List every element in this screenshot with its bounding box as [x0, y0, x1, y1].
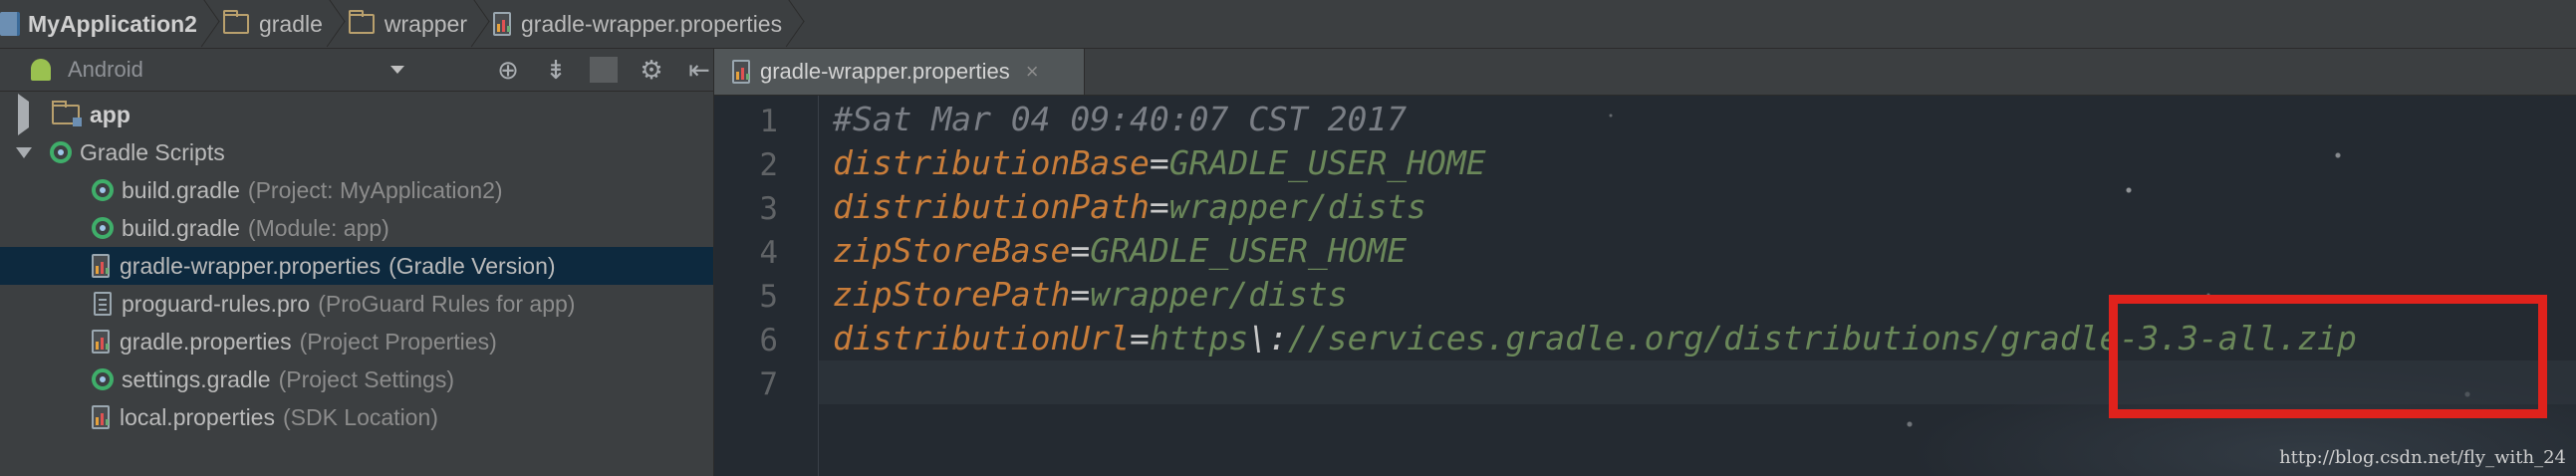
- breadcrumb-item-wrapper[interactable]: wrapper: [341, 0, 485, 48]
- app-module-icon: [52, 101, 82, 126]
- line-number: 3: [759, 191, 778, 227]
- code-line-4: zipStoreBase=GRADLE_USER_HOME: [833, 231, 1407, 270]
- properties-file-icon: [92, 330, 110, 354]
- tree-item-label: Gradle Scripts: [80, 138, 225, 165]
- line-number: 1: [759, 104, 778, 139]
- property-key: distributionUrl: [833, 319, 1131, 357]
- properties-file-icon: [493, 12, 512, 36]
- tree-item-hint: (SDK Location): [282, 403, 438, 430]
- tree-item-hint: (Project: MyApplication2): [247, 176, 503, 203]
- code-line-1: #Sat Mar 04 09:40:07 CST 2017: [833, 100, 1407, 138]
- expand-arrow-icon[interactable]: [18, 93, 38, 135]
- tree-item-label: proguard-rules.pro: [122, 290, 311, 317]
- hide-panel-icon[interactable]: ⇤: [685, 55, 713, 86]
- escape-sequence: \:: [1248, 319, 1288, 357]
- property-value: wrapper/dists: [1090, 275, 1348, 314]
- breadcrumb: MyApplication2 gradle wrapper gradle-wra…: [0, 0, 2576, 49]
- tree-item-label: settings.gradle: [122, 365, 271, 392]
- line-number: 2: [759, 147, 778, 183]
- tab-gradle-wrapper-properties[interactable]: gradle-wrapper.properties ×: [714, 49, 1085, 95]
- property-key: zipStorePath: [833, 275, 1071, 314]
- folder-icon: [222, 10, 249, 34]
- tree-item-settings-gradle[interactable]: settings.gradle (Project Settings): [0, 360, 713, 398]
- breadcrumb-label: MyApplication2: [28, 10, 197, 37]
- tree-item-label: build.gradle: [122, 176, 240, 203]
- line-number-gutter: 1 2 3 4 5 6 7: [714, 96, 819, 476]
- gradle-icon: [92, 217, 114, 239]
- equals-sign: =: [1149, 187, 1169, 226]
- tree-item-hint: (Gradle Version): [388, 252, 556, 279]
- equals-sign: =: [1070, 275, 1091, 314]
- property-key: zipStoreBase: [833, 231, 1071, 270]
- chevron-down-icon: [390, 66, 404, 74]
- collapse-all-icon[interactable]: ⇟: [542, 55, 570, 86]
- tree-item-app[interactable]: app: [0, 93, 713, 135]
- tree-item-label: build.gradle: [122, 214, 240, 241]
- locate-icon[interactable]: ⊕: [494, 55, 522, 86]
- property-value: GRADLE_USER_HOME: [1168, 143, 1486, 182]
- tree-item-build-gradle-project[interactable]: build.gradle (Project: MyApplication2): [0, 171, 713, 209]
- tree-item-local-properties[interactable]: local.properties (SDK Location): [0, 398, 713, 436]
- equals-sign: =: [1070, 231, 1091, 270]
- breadcrumb-label: gradle: [258, 10, 323, 37]
- toolbar-divider: [590, 57, 618, 83]
- code-line-5: zipStorePath=wrapper/dists: [833, 275, 1348, 314]
- gradle-icon: [92, 179, 114, 201]
- gradle-icon: [92, 368, 114, 390]
- tree-item-label: gradle.properties: [120, 328, 292, 355]
- project-panel: Android ⊕ ⇟ ⚙ ⇤ app Gradle Scripts build…: [0, 49, 714, 476]
- equals-sign: =: [1130, 319, 1150, 357]
- line-number: 7: [759, 366, 778, 402]
- comment-text: #Sat Mar 04 09:40:07 CST 2017: [833, 100, 1408, 138]
- editor-tab-bar: gradle-wrapper.properties ×: [714, 49, 2576, 96]
- tree-item-label: gradle-wrapper.properties: [120, 252, 382, 279]
- folder-icon: [348, 10, 375, 34]
- tree-item-gradle-wrapper-properties[interactable]: gradle-wrapper.properties (Gradle Versio…: [0, 247, 713, 285]
- project-view-selector[interactable]: Android: [0, 57, 414, 83]
- properties-file-icon: [732, 60, 750, 84]
- tree-item-label: app: [90, 101, 130, 127]
- breadcrumb-item-file[interactable]: gradle-wrapper.properties: [485, 0, 800, 48]
- module-icon: [0, 12, 20, 36]
- android-icon: [28, 58, 54, 82]
- tree-item-hint: (ProGuard Rules for app): [318, 290, 576, 317]
- properties-file-icon: [92, 405, 110, 429]
- breadcrumb-label: wrapper: [384, 10, 468, 37]
- gear-icon[interactable]: ⚙: [638, 55, 665, 86]
- watermark: http://blog.csdn.net/fly_with_24: [2279, 447, 2566, 468]
- equals-sign: =: [1149, 143, 1169, 182]
- tree-item-build-gradle-module[interactable]: build.gradle (Module: app): [0, 209, 713, 247]
- line-number: 6: [759, 323, 778, 358]
- tree-item-proguard-rules[interactable]: proguard-rules.pro (ProGuard Rules for a…: [0, 285, 713, 323]
- close-icon[interactable]: ×: [1026, 59, 1039, 85]
- tree-item-gradle-scripts[interactable]: Gradle Scripts: [0, 133, 713, 171]
- property-key: distributionBase: [833, 143, 1150, 182]
- tree-item-hint: (Project Properties): [299, 328, 497, 355]
- highlight-annotation-box: [2109, 295, 2547, 418]
- properties-file-icon: [92, 254, 110, 278]
- tree-item-hint: (Module: app): [247, 214, 389, 241]
- view-selector-label: Android: [68, 57, 143, 82]
- project-panel-toolbar: Android ⊕ ⇟ ⚙ ⇤: [0, 49, 713, 92]
- project-tree: app Gradle Scripts build.gradle (Project…: [0, 92, 713, 436]
- line-number: 4: [759, 235, 778, 271]
- gradle-scripts-icon: [50, 141, 72, 163]
- tree-item-label: local.properties: [120, 403, 275, 430]
- code-line-3: distributionPath=wrapper/dists: [833, 187, 1426, 226]
- line-number: 5: [759, 279, 778, 315]
- property-value: https: [1149, 319, 1249, 357]
- breadcrumb-item-project[interactable]: MyApplication2: [0, 0, 215, 48]
- breadcrumb-label: gradle-wrapper.properties: [521, 10, 783, 37]
- property-value: wrapper/dists: [1168, 187, 1427, 226]
- code-editor[interactable]: 1 2 3 4 5 6 7 #Sat Mar 04 09:40:07 CST 2…: [714, 96, 2576, 476]
- tree-item-hint: (Project Settings): [278, 365, 454, 392]
- tree-item-gradle-properties[interactable]: gradle.properties (Project Properties): [0, 323, 713, 360]
- tab-label: gradle-wrapper.properties: [760, 59, 1010, 84]
- breadcrumb-item-gradle[interactable]: gradle: [215, 0, 341, 48]
- text-file-icon: [94, 292, 112, 316]
- property-value: GRADLE_USER_HOME: [1090, 231, 1408, 270]
- collapse-arrow-icon[interactable]: [16, 146, 36, 158]
- property-key: distributionPath: [833, 187, 1150, 226]
- code-line-2: distributionBase=GRADLE_USER_HOME: [833, 143, 1486, 182]
